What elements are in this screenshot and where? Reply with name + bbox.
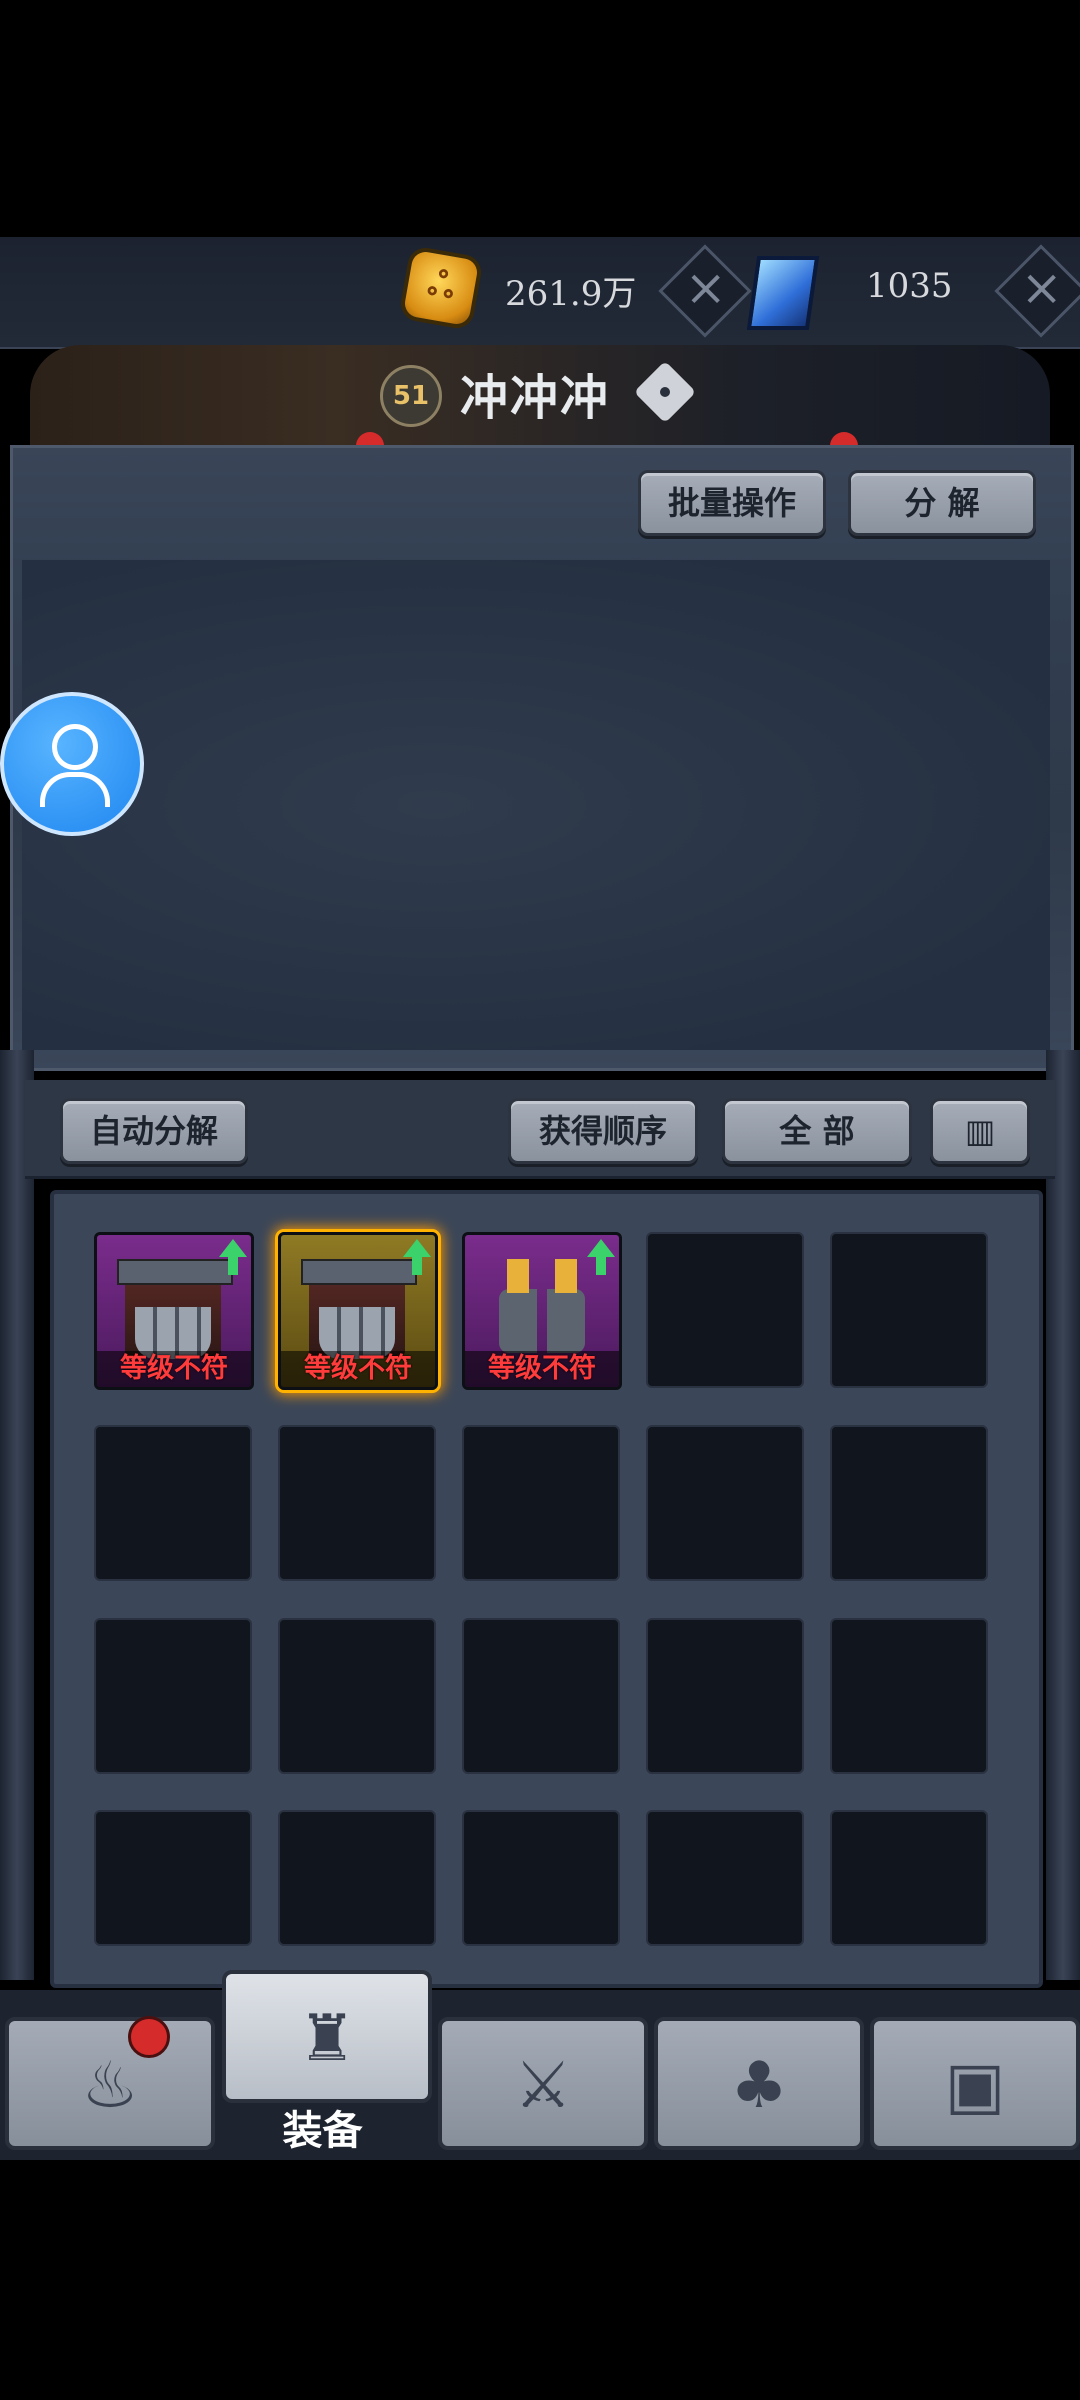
boots-icon [499, 1259, 585, 1359]
user-profile-floating-button[interactable] [0, 692, 144, 836]
forest-icon: ♣ [730, 2049, 788, 2123]
nav-battle-button[interactable]: ⚔ [438, 2017, 648, 2150]
gold-amount: 261.9万 [505, 274, 637, 314]
empty-slot[interactable] [462, 1618, 620, 1774]
right-pillar [1046, 1050, 1080, 1980]
user-icon [52, 724, 98, 770]
sort-order-button[interactable]: 获得顺序 [508, 1098, 698, 1164]
trash-button[interactable]: ▥ [930, 1098, 1030, 1164]
gem-icon [746, 256, 820, 330]
empty-slot[interactable] [830, 1232, 988, 1388]
character-preview-area [22, 560, 1050, 1050]
empty-slot[interactable] [830, 1618, 988, 1774]
level-mismatch-label: 等级不符 [97, 1351, 251, 1387]
empty-slot[interactable] [278, 1425, 436, 1581]
decompose-button[interactable]: 分 解 [848, 470, 1036, 536]
campfire-icon: ♨ [81, 2049, 139, 2123]
empty-slot[interactable] [94, 1618, 252, 1774]
left-pillar [0, 1050, 34, 1980]
empty-slot[interactable] [278, 1618, 436, 1774]
inventory-slot-selected[interactable]: 等级不符 [278, 1232, 438, 1390]
empty-slot[interactable] [462, 1810, 620, 1946]
upgrade-arrow-icon [403, 1239, 431, 1275]
upgrade-arrow-icon [587, 1239, 615, 1275]
auto-decompose-button[interactable]: 自动分解 [60, 1098, 248, 1164]
nav-chest-button[interactable]: ▣ [870, 2017, 1080, 2150]
inventory-slot[interactable]: 等级不符 [94, 1232, 254, 1390]
empty-slot[interactable] [646, 1810, 804, 1946]
empty-slot[interactable] [94, 1425, 252, 1581]
player-level-badge: 51 [380, 365, 442, 427]
crossed-swords-icon: ⚔ [514, 2049, 572, 2123]
level-mismatch-label: 等级不符 [465, 1351, 619, 1387]
gem-amount: 1035 [866, 266, 953, 306]
empty-slot[interactable] [646, 1232, 804, 1388]
empty-slot[interactable] [94, 1810, 252, 1946]
gold-coin-icon: ஃ [402, 249, 480, 327]
inventory-slot[interactable]: 等级不符 [462, 1232, 622, 1390]
empty-slot[interactable] [830, 1425, 988, 1581]
player-name: 冲冲冲 [460, 370, 611, 426]
empty-slot[interactable] [830, 1810, 988, 1946]
nav-forest-button[interactable]: ♣ [654, 2017, 864, 2150]
batch-operation-button[interactable]: 批量操作 [638, 470, 826, 536]
nav-equipment-label: 装备 [282, 2108, 363, 2154]
empty-slot[interactable] [646, 1618, 804, 1774]
leg-armor-icon [117, 1259, 233, 1359]
notification-dot [128, 2016, 170, 2058]
empty-slot[interactable] [462, 1425, 620, 1581]
level-mismatch-label: 等级不符 [281, 1351, 435, 1387]
nav-campfire-button[interactable]: ♨ [5, 2017, 215, 2150]
empty-slot[interactable] [278, 1810, 436, 1946]
trash-icon: ▥ [964, 1112, 996, 1150]
chest-icon: ▣ [944, 2049, 1006, 2123]
filter-all-button[interactable]: 全 部 [722, 1098, 912, 1164]
empty-slot[interactable] [646, 1425, 804, 1581]
leg-armor-icon [301, 1259, 417, 1359]
upgrade-arrow-icon [219, 1239, 247, 1275]
helmet-icon: ♜ [298, 2002, 356, 2076]
nav-equipment-button[interactable]: ♜ [222, 1970, 432, 2103]
